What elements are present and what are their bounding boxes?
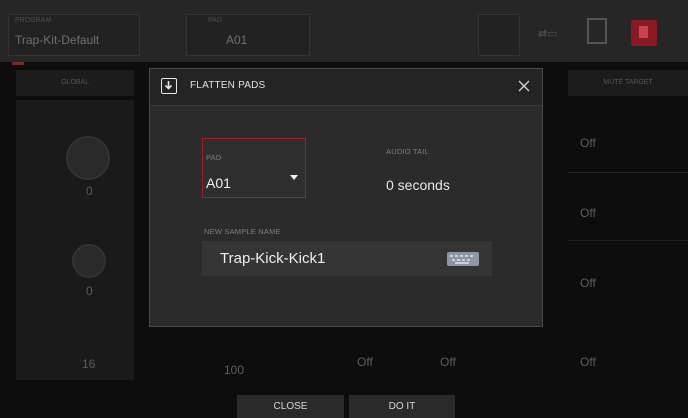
do-it-button[interactable]: DO IT [349,395,455,418]
mute-value-4: Off [580,355,596,369]
bottom-value-3: Off [440,355,456,369]
sample-name-label: NEW SAMPLE NAME [204,227,281,236]
arrows-icon[interactable]: ⇄▭ [538,27,558,40]
column-mute-target: MUTE TARGET [568,70,688,96]
audio-tail-label: AUDIO TAIL [386,147,429,156]
global-value-3: 16 [82,357,96,371]
dialog-title: FLATTEN PADS [190,80,266,91]
keyboard-icon[interactable] [447,252,479,266]
pad-value: A01 [206,175,231,191]
pad-top-label: PAD [208,17,222,24]
program-label: PROGRAM [15,17,52,24]
close-icon[interactable] [514,76,534,96]
mute-value-1: Off [580,136,596,150]
divider [568,172,688,173]
program-name: Trap-Kit-Default [15,33,100,47]
sample-name-value: Trap-Kick-Kick1 [220,250,326,267]
global-value-1: 0 [86,184,93,198]
flatten-pads-dialog: FLATTEN PADS PAD A01 AUDIO TAIL 0 second… [149,68,543,327]
bottom-value-2: Off [357,355,373,369]
sample-name-field[interactable]: Trap-Kick-Kick1 [202,241,492,276]
mute-value-2: Off [580,206,596,220]
flatten-icon [161,78,177,94]
top-option-box[interactable] [478,14,520,56]
close-button[interactable]: CLOSE [237,395,344,418]
global-value-2: 0 [86,284,93,298]
pad-label: PAD [206,153,222,162]
record-button[interactable] [631,20,657,46]
divider [568,240,688,241]
pad-select-field[interactable] [186,14,310,56]
knob-1[interactable] [66,136,110,180]
tab-indicator [12,62,24,65]
knob-2[interactable] [72,244,106,278]
chevron-down-icon [290,175,298,180]
dialog-header: FLATTEN PADS [150,69,542,106]
pad-top-name: A01 [226,33,248,47]
mute-value-3: Off [580,276,596,290]
pad-grid-icon[interactable] [587,18,607,44]
bottom-value-1: 100 [224,363,245,377]
column-global: GLOBAL [16,70,134,96]
top-bar: PROGRAM Trap-Kit-Default PAD A01 ⇄▭ [0,0,688,62]
audio-tail-value[interactable]: 0 seconds [386,177,450,193]
